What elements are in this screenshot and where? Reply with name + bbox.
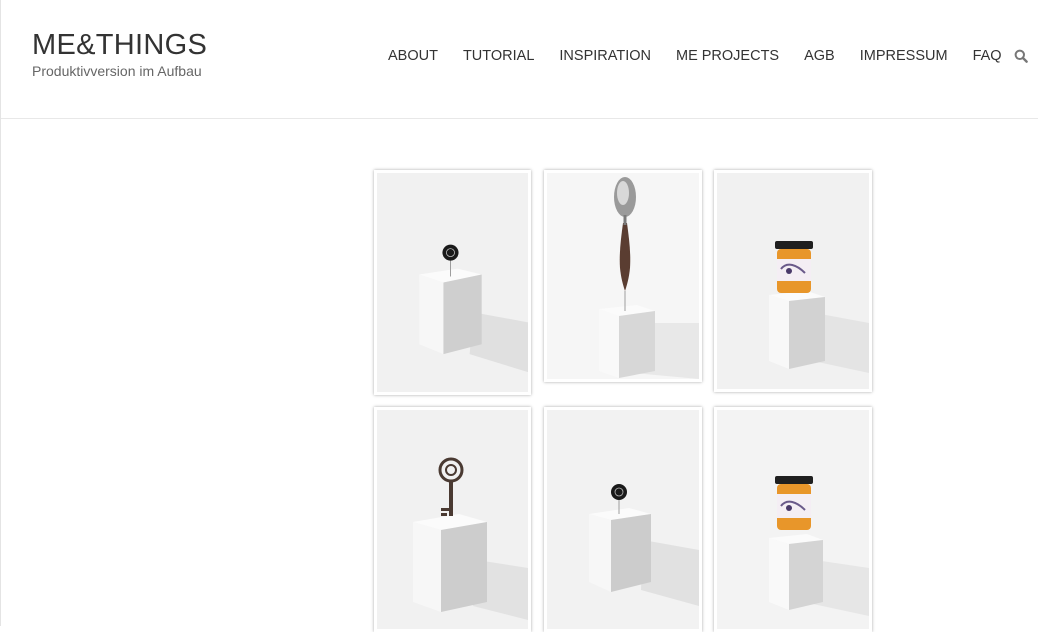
spoon-pin-photo bbox=[547, 173, 699, 379]
nav-item-about[interactable]: ABOUT bbox=[388, 47, 438, 65]
key-pin-photo bbox=[377, 410, 528, 629]
nav-item-faq[interactable]: FAQ bbox=[973, 47, 1002, 65]
gallery-item-key-pin[interactable] bbox=[374, 407, 531, 632]
site-tagline: Produktivversion im Aufbau bbox=[32, 63, 202, 79]
nav-item-impressum[interactable]: IMPRESSUM bbox=[860, 47, 948, 65]
site-title[interactable]: ME&THINGS bbox=[32, 29, 207, 61]
site-header: ME&THINGS Produktivversion im Aufbau ABO… bbox=[1, 0, 1038, 119]
search-icon[interactable] bbox=[1014, 49, 1028, 63]
nav-item-agb[interactable]: AGB bbox=[804, 47, 835, 65]
gallery-item-button-pin-2[interactable] bbox=[544, 407, 702, 632]
honey-jar-photo-2 bbox=[717, 410, 869, 629]
product-gallery bbox=[374, 170, 874, 632]
nav-item-tutorial[interactable]: TUTORIAL bbox=[463, 47, 534, 65]
honey-jar-photo bbox=[717, 173, 869, 389]
gallery-item-spoon-pin[interactable] bbox=[544, 170, 702, 382]
gallery-item-honey-jar-2[interactable] bbox=[714, 407, 872, 632]
brand: ME&THINGS Produktivversion im Aufbau bbox=[32, 29, 207, 79]
button-pin-photo-2 bbox=[547, 410, 699, 629]
nav-item-inspiration[interactable]: INSPIRATION bbox=[559, 47, 651, 65]
nav-item-me-projects[interactable]: ME PROJECTS bbox=[676, 47, 779, 65]
gallery-item-button-pin[interactable] bbox=[374, 170, 531, 395]
button-pin-photo bbox=[377, 173, 528, 392]
main-navigation: ABOUT TUTORIAL INSPIRATION ME PROJECTS A… bbox=[388, 47, 1028, 65]
gallery-item-honey-jar[interactable] bbox=[714, 170, 872, 392]
